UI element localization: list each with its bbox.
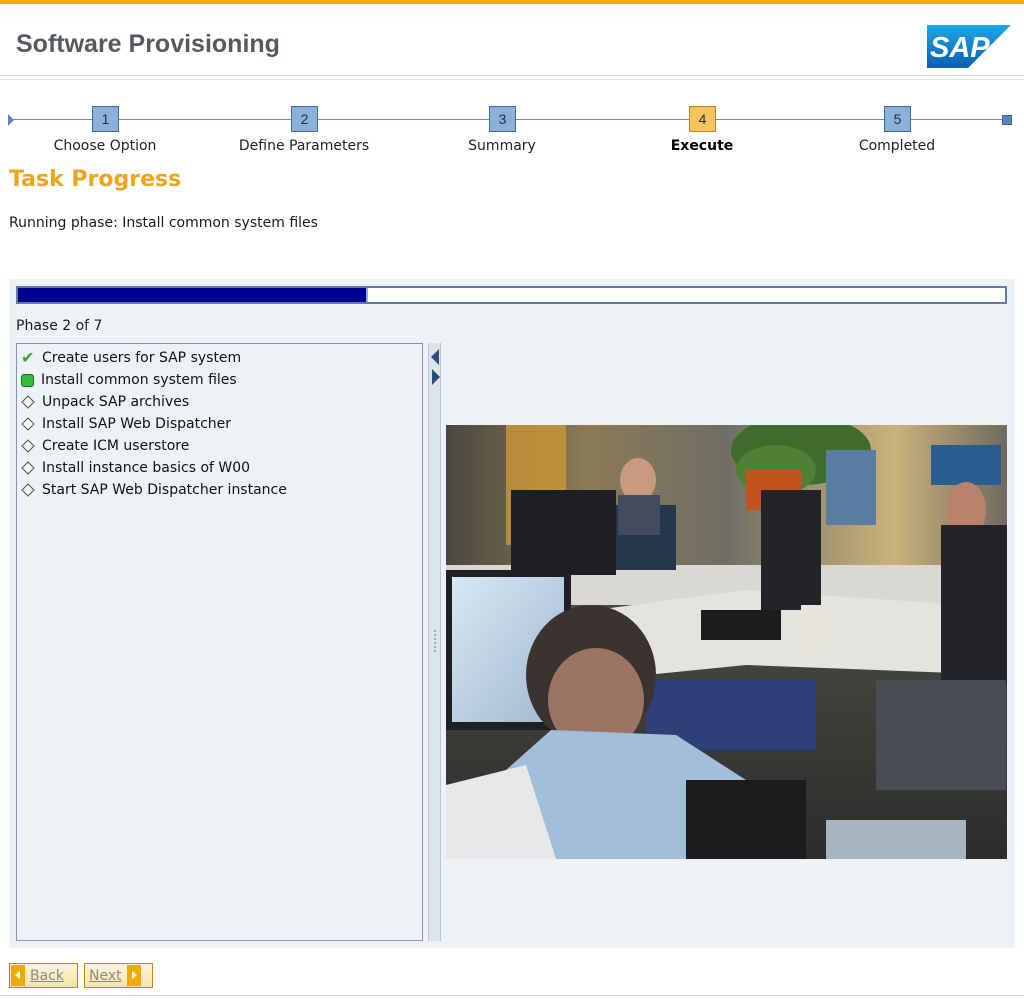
next-arrow-icon	[126, 965, 141, 986]
running-phase-text: Running phase: Install common system fil…	[9, 215, 318, 231]
step-number[interactable]: 1	[92, 106, 119, 132]
next-button[interactable]: Next	[84, 963, 153, 988]
progress-bar-fill	[18, 288, 368, 302]
task-label: Install common system files	[41, 372, 237, 388]
green-square-icon	[21, 373, 34, 387]
task-list[interactable]: ✔ Create users for SAP system Install co…	[16, 343, 423, 941]
panel-splitter[interactable]	[428, 343, 441, 941]
list-item[interactable]: Unpack SAP archives	[17, 391, 422, 413]
step-label: Define Parameters	[238, 138, 370, 154]
phase-count: Phase 2 of 7	[16, 318, 103, 334]
roadmap-step-2[interactable]: 2 Define Parameters	[229, 106, 379, 160]
step-number[interactable]: 4	[689, 106, 716, 132]
diamond-icon	[21, 483, 35, 497]
splitter-grip-icon[interactable]	[434, 629, 436, 653]
diamond-icon	[21, 461, 35, 475]
back-button-label: Back	[30, 967, 64, 984]
collapse-left-arrow-icon[interactable]	[431, 349, 439, 365]
back-button[interactable]: Back	[9, 963, 78, 988]
task-label: Create ICM userstore	[42, 438, 190, 454]
task-progress-panel: Phase 2 of 7 ✔ Create users for SAP syst…	[9, 279, 1015, 948]
roadmap-step-3[interactable]: 3 Summary	[427, 106, 577, 160]
expand-right-arrow-icon[interactable]	[432, 369, 440, 385]
roadmap-step-1[interactable]: 1 Choose Option	[30, 106, 180, 160]
task-label: Install SAP Web Dispatcher	[42, 416, 232, 432]
next-button-label: Next	[89, 967, 122, 984]
roadmap-start-arrow-icon	[8, 114, 14, 126]
roadmap-step-4[interactable]: 4 Execute	[627, 106, 777, 160]
header-divider	[0, 79, 1024, 80]
roadmap-end-square-icon	[1002, 115, 1012, 125]
task-label: Start SAP Web Dispatcher instance	[42, 482, 287, 498]
section-title: Task Progress	[9, 167, 182, 192]
progress-bar	[16, 286, 1007, 304]
step-number[interactable]: 3	[489, 106, 516, 132]
list-item[interactable]: Start SAP Web Dispatcher instance	[17, 479, 422, 501]
step-label: Execute	[670, 138, 734, 154]
diamond-icon	[21, 395, 35, 409]
step-label: Choose Option	[53, 138, 157, 154]
list-item[interactable]: ✔ Create users for SAP system	[17, 347, 422, 369]
sap-logo-text: SAP	[930, 32, 990, 64]
list-item[interactable]: Install common system files	[17, 369, 422, 391]
step-number[interactable]: 5	[884, 106, 911, 132]
task-label: Install instance basics of W00	[42, 460, 251, 476]
list-item[interactable]: Create ICM userstore	[17, 435, 422, 457]
list-item[interactable]: Install SAP Web Dispatcher	[17, 413, 422, 435]
header: Software Provisioning SAP	[0, 4, 1024, 76]
diamond-icon	[21, 439, 35, 453]
list-item[interactable]: Install instance basics of W00	[17, 457, 422, 479]
sap-logo: SAP	[927, 25, 1011, 68]
back-arrow-icon	[11, 965, 25, 986]
footer-divider	[0, 995, 1024, 996]
checkmark-icon: ✔	[21, 348, 35, 367]
task-label: Unpack SAP archives	[42, 394, 190, 410]
app-title: Software Provisioning	[16, 30, 280, 58]
roadmap: 1 Choose Option 2 Define Parameters 3 Su…	[0, 100, 1024, 160]
footer: Back Next	[0, 955, 1024, 1007]
step-label: Summary	[468, 138, 536, 154]
roadmap-step-5[interactable]: 5 Completed	[822, 106, 972, 160]
diamond-icon	[21, 417, 35, 431]
office-photo	[446, 425, 1007, 859]
step-label: Completed	[858, 138, 936, 154]
step-number[interactable]: 2	[291, 106, 318, 132]
task-label: Create users for SAP system	[42, 350, 242, 366]
